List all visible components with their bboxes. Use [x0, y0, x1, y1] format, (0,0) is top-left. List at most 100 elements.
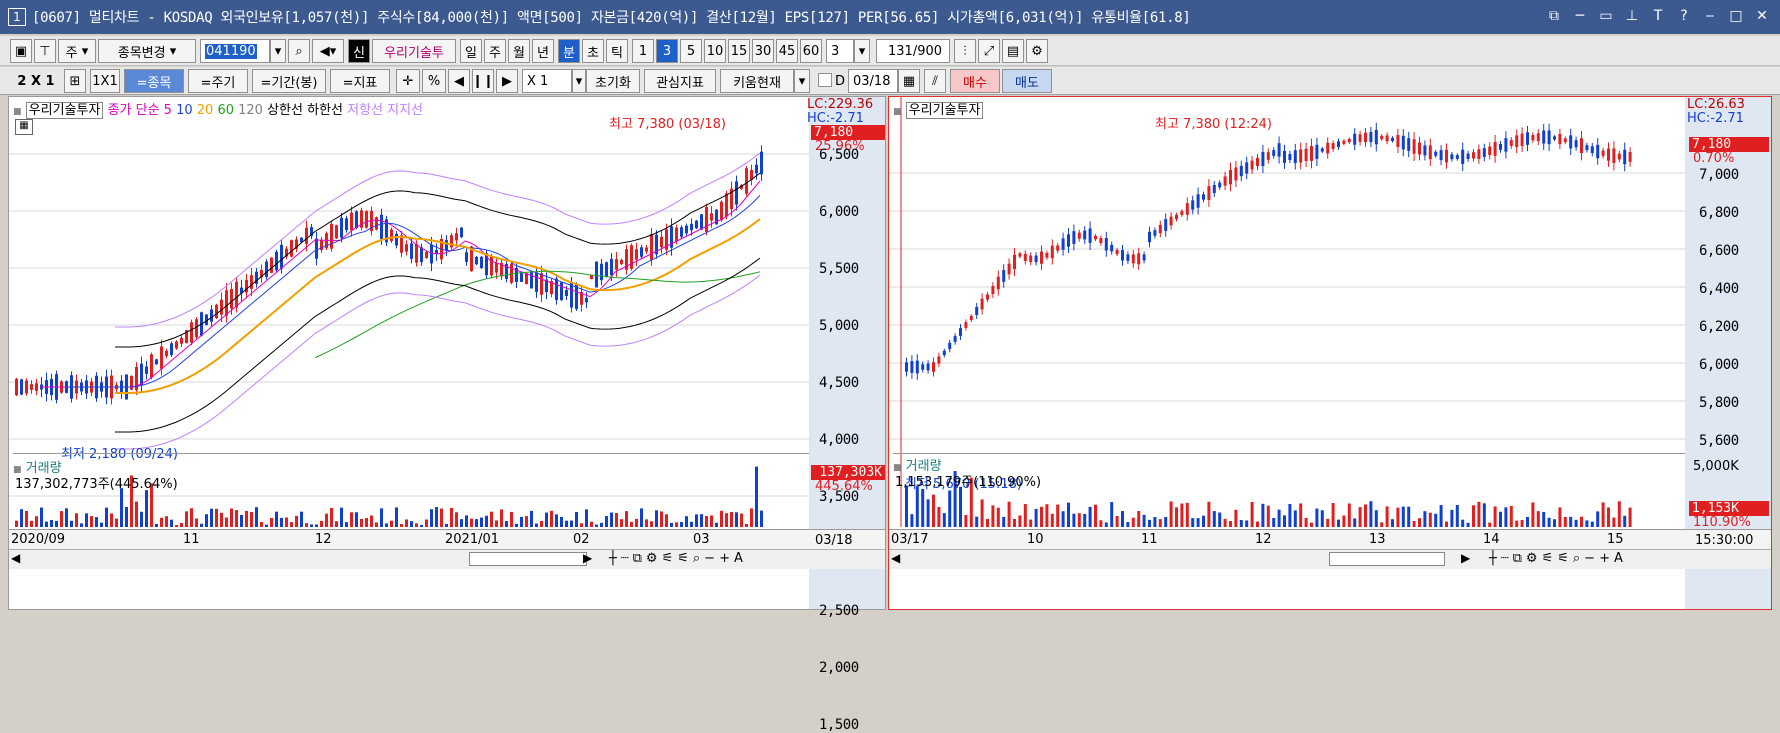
right-scroll-right-icon[interactable]: ▶	[1461, 551, 1470, 565]
period-week[interactable]: 주	[484, 39, 506, 63]
candle-body	[969, 316, 973, 320]
scale-dropdown-icon[interactable]: ▾	[572, 69, 586, 93]
code-input[interactable]: 041190	[200, 39, 270, 63]
crosshair-icon[interactable]: ✛	[396, 69, 420, 93]
period-day[interactable]: 일	[460, 39, 482, 63]
period-sync-button[interactable]: =기간(봉)	[252, 69, 326, 93]
scale-select[interactable]: X 1	[522, 69, 572, 93]
restore-icon[interactable]: ⧉	[1544, 6, 1564, 26]
right-scrollbar[interactable]: ◀ ▶ ┼┈⧉⚙⚟⚟⌕−+A	[889, 549, 1771, 569]
maximize-button[interactable]: □	[1726, 6, 1746, 26]
change-select[interactable]: 종목변경 ▾	[98, 39, 196, 63]
close-button[interactable]: ✕	[1752, 6, 1772, 26]
kiwoom-dropdown-icon[interactable]: ▾	[794, 69, 810, 93]
count-display[interactable]: 131/900	[876, 39, 950, 63]
interval-input[interactable]: 3	[826, 39, 854, 63]
interval-30[interactable]: 30	[752, 39, 774, 63]
code-dropdown-icon[interactable]: ▾	[270, 39, 286, 63]
candle-body	[20, 379, 23, 395]
legend-item[interactable]: 지지선	[387, 103, 423, 118]
sell-button[interactable]: 매도	[1002, 69, 1052, 93]
volume-bar	[1428, 512, 1432, 527]
indicator-sync-button[interactable]: =지표	[330, 69, 390, 93]
candle-body	[1536, 133, 1540, 142]
candle-body	[690, 223, 693, 231]
volume-bar	[585, 509, 588, 527]
interval-dropdown-icon[interactable]: ▾	[854, 39, 870, 63]
layout-1x1-button[interactable]: 1X1	[90, 69, 120, 93]
draw-tool-icon[interactable]: ⤢	[978, 39, 1000, 63]
left-scroll-thumb[interactable]	[469, 552, 587, 566]
candle-settings-icon[interactable]: ⫶	[954, 39, 976, 63]
layout-icon[interactable]: ▣	[10, 39, 32, 63]
percent-button[interactable]: %	[422, 69, 446, 93]
save-icon[interactable]: ▤	[1002, 39, 1024, 63]
interval-5[interactable]: 5	[680, 39, 702, 63]
legend-item[interactable]: 5	[164, 103, 176, 118]
left-scrollbar[interactable]: ◀ ▶ ┼┈⧉⚙⚟⚟⌕−+A	[9, 549, 885, 569]
cycle-sync-button[interactable]: =주기	[188, 69, 248, 93]
chart-style-icon[interactable]: ⫽	[924, 69, 946, 93]
legend-item[interactable]: 상한선	[267, 103, 307, 118]
interest-indicator-button[interactable]: 관심지표	[644, 69, 716, 93]
left-scroll-right-icon[interactable]: ▶	[583, 551, 592, 565]
scroll-left-icon[interactable]: ◀	[448, 69, 470, 93]
interval-60[interactable]: 60	[800, 39, 822, 63]
x-tick-label: 12	[1255, 532, 1272, 547]
left-scroll-left-icon[interactable]: ◀	[11, 551, 20, 565]
candle-body	[160, 346, 163, 369]
left-chart-title[interactable]: 우리기술투자	[25, 102, 104, 119]
minimize-icon[interactable]: ─	[1570, 6, 1590, 26]
volume-bar	[620, 519, 623, 527]
period-minute[interactable]: 분	[558, 39, 580, 63]
pause-icon[interactable]: ❙❙	[472, 69, 494, 93]
interval-1[interactable]: 1	[632, 39, 654, 63]
right-scroll-left-icon[interactable]: ◀	[891, 551, 900, 565]
right-scroll-thumb[interactable]	[1329, 552, 1445, 566]
calendar-icon[interactable]: ▦	[898, 69, 920, 93]
minimize-button[interactable]: ‒	[1700, 6, 1720, 26]
period-tick[interactable]: 틱	[606, 39, 628, 63]
legend-item[interactable]: 하한선	[307, 103, 347, 118]
interval-3[interactable]: 3	[656, 39, 678, 63]
volume-bar	[145, 490, 148, 527]
period-year[interactable]: 년	[532, 39, 554, 63]
search-icon[interactable]: ⌕	[288, 39, 310, 63]
legend-item[interactable]: 60	[217, 103, 238, 118]
speaker-icon[interactable]: ◀▾	[312, 39, 344, 63]
pin-top-icon[interactable]: ⊤	[34, 39, 56, 63]
buy-button[interactable]: 매수	[950, 69, 1000, 93]
left-table-icon[interactable]: ▦	[15, 119, 33, 135]
help-icon[interactable]: ?	[1674, 6, 1694, 26]
grid-icon[interactable]: ⊞	[64, 69, 86, 93]
volume-bar	[160, 517, 163, 527]
kiwoom-current-button[interactable]: 키움현재	[720, 69, 794, 93]
legend-item[interactable]: 20	[197, 103, 218, 118]
pin-icon[interactable]: ⊥	[1622, 6, 1642, 26]
reset-button[interactable]: 초기화	[586, 69, 640, 93]
right-chart-title[interactable]: 우리기술투자	[905, 102, 984, 119]
period-month[interactable]: 월	[508, 39, 530, 63]
scroll-right-icon[interactable]: ▶	[496, 69, 518, 93]
legend-item[interactable]: 10	[176, 103, 197, 118]
right-zoom-tools[interactable]: ┼┈⧉⚙⚟⚟⌕−+A	[1489, 551, 1627, 566]
tile-icon[interactable]: ▭	[1596, 6, 1616, 26]
legend-item[interactable]: 120	[238, 103, 267, 118]
stock-name[interactable]: 우리기술투	[372, 39, 456, 63]
legend-item[interactable]: 종가 단순	[108, 103, 164, 118]
interval-45[interactable]: 45	[776, 39, 798, 63]
volume-bar	[745, 523, 748, 527]
d-checkbox[interactable]	[818, 73, 832, 87]
volume-bar	[1385, 506, 1389, 527]
left-zoom-tools[interactable]: ┼┈⧉⚙⚟⚟⌕−+A	[609, 551, 747, 566]
interval-10[interactable]: 10	[704, 39, 726, 63]
date-input[interactable]: 03/18	[848, 69, 898, 93]
font-icon[interactable]: T	[1648, 6, 1668, 26]
period-second[interactable]: 초	[582, 39, 604, 63]
legend-item[interactable]: 저항선	[347, 103, 387, 118]
gear-icon[interactable]: ⚙	[1026, 39, 1048, 63]
left-header-box-icon: ■	[13, 107, 22, 117]
type-select[interactable]: 주 ▾	[58, 39, 96, 63]
interval-15[interactable]: 15	[728, 39, 750, 63]
item-sync-button[interactable]: =종목	[124, 69, 184, 93]
